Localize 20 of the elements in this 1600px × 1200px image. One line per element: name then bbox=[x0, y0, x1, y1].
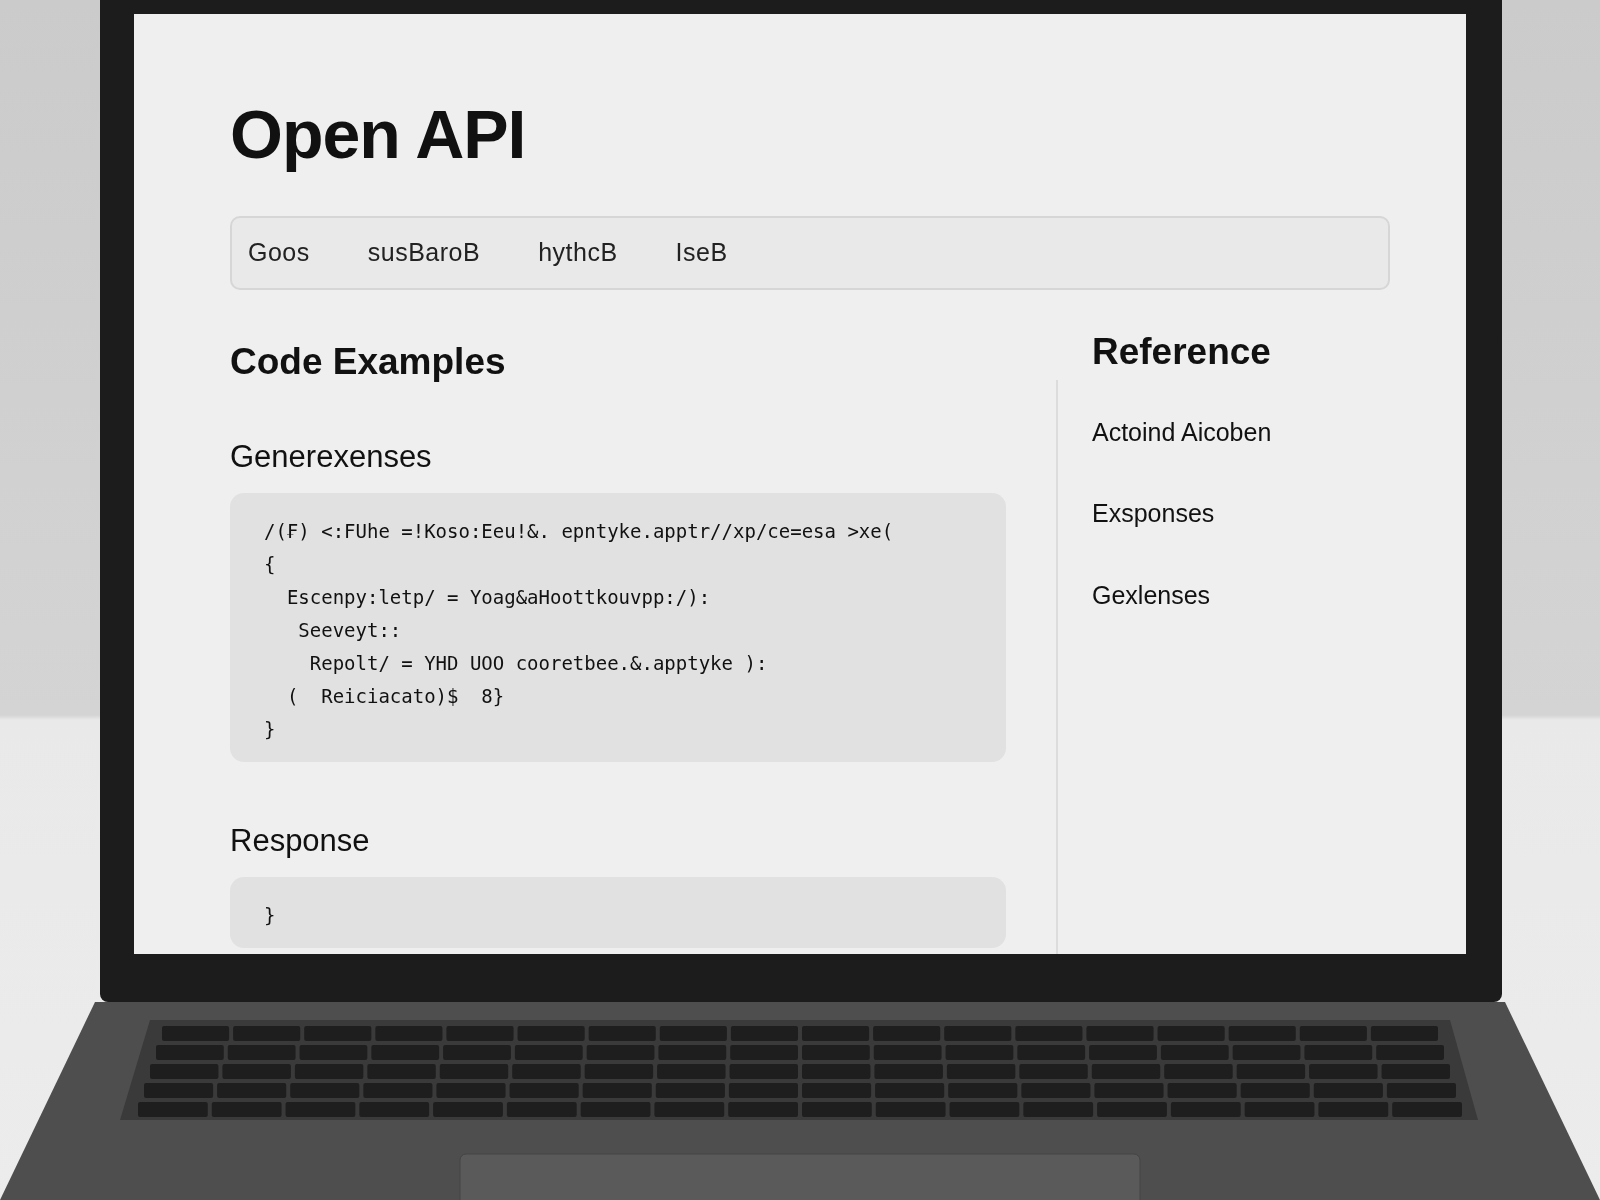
section-heading: Code Examples bbox=[230, 339, 507, 384]
sidebar-link[interactable]: Gexlenses bbox=[1092, 577, 1211, 615]
tab[interactable]: Goos bbox=[248, 233, 310, 272]
subsection-title: Response bbox=[230, 822, 371, 860]
page-title: Open API bbox=[230, 95, 527, 174]
tab[interactable]: hythcB bbox=[538, 233, 618, 272]
sidebar-link[interactable]: Actoind Aicoben bbox=[1092, 414, 1272, 452]
code-line: } bbox=[264, 717, 276, 743]
code-line: Escenpy:letp/ = Yoag&aHoottkouvpp:/): bbox=[285, 585, 711, 611]
subsection-title: Generexenses bbox=[230, 438, 433, 476]
code-line: Seeveyt:: bbox=[297, 618, 402, 644]
code-line: ( Reiciacato)$ 8} bbox=[285, 684, 505, 710]
code-line: { bbox=[264, 552, 276, 578]
code-line: Repolt/ = YHD UOO cooretbee.&.apptyke ): bbox=[308, 651, 768, 677]
code-line: /(₣) <:FUhe =!Koso:Eeu!&. epntyke.apptr//xp/ce=esa >xe( bbox=[264, 519, 894, 545]
tab[interactable]: susBaroB bbox=[367, 233, 481, 272]
tab[interactable]: IseB bbox=[675, 233, 728, 272]
sidebar-link[interactable]: Exsponses bbox=[1092, 495, 1215, 533]
sidebar-heading: Reference bbox=[1092, 329, 1272, 374]
code-line: } bbox=[264, 903, 276, 929]
